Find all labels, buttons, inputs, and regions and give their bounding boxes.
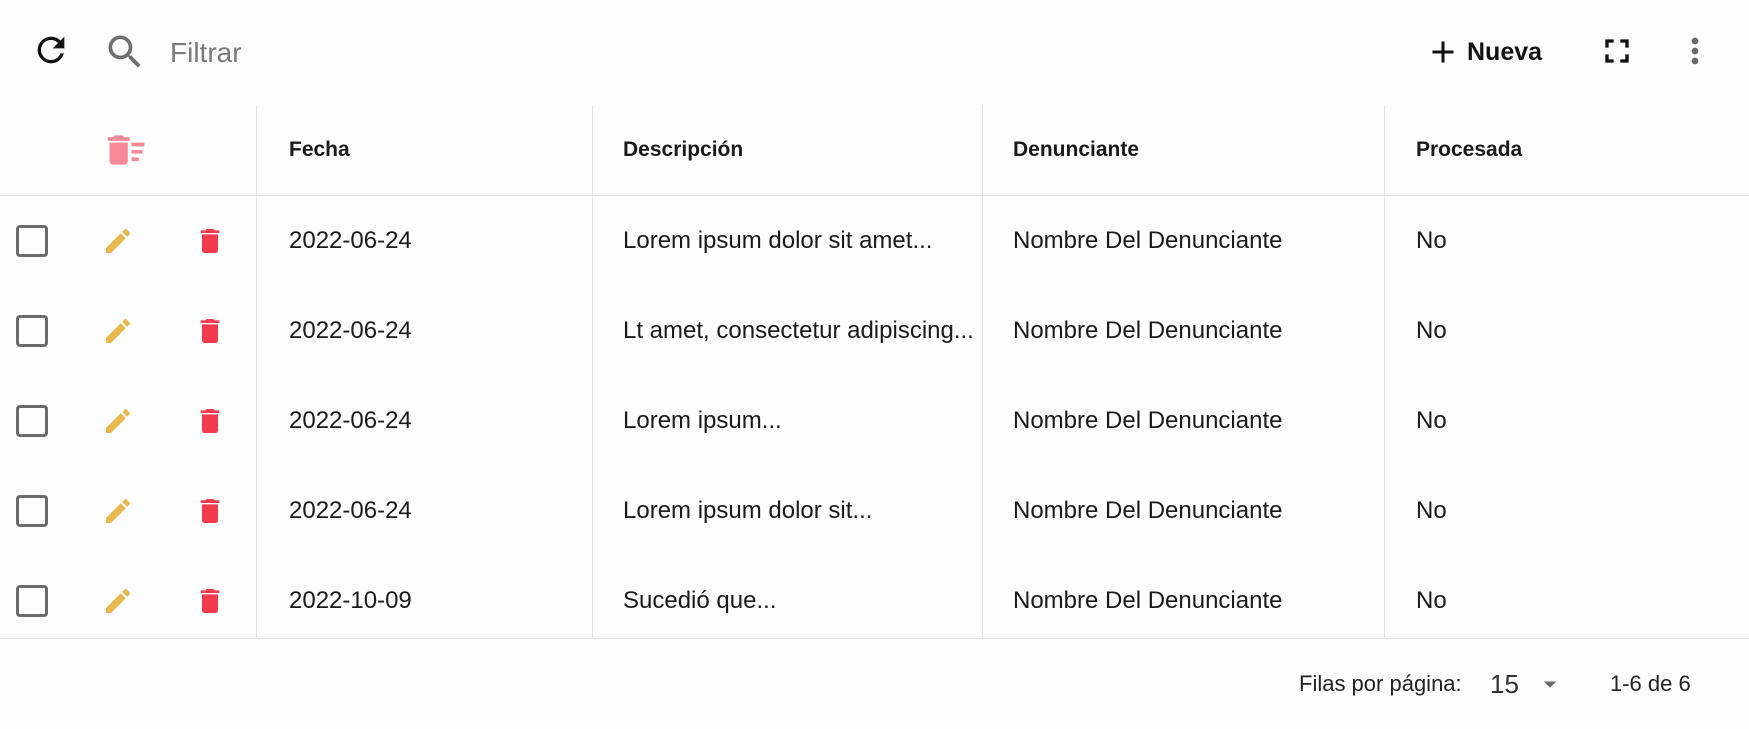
rows-per-page-select[interactable]: 15 [1490, 661, 1570, 707]
cell-fecha: 2022-06-24 [289, 407, 412, 434]
add-icon [1432, 41, 1454, 63]
cell-procesada: No [1416, 227, 1447, 254]
search-button[interactable] [100, 27, 150, 77]
refresh-button[interactable] [28, 27, 74, 73]
column-header-descripcion[interactable]: Descripción [623, 105, 743, 195]
pagination-range: 1-6 de 6 [1610, 671, 1691, 696]
rows-per-page-label: Filas por página: [1299, 671, 1462, 696]
cell-denunciante: Nombre Del Denunciante [1013, 407, 1283, 434]
column-header-procesada[interactable]: Procesada [1416, 105, 1522, 195]
new-button[interactable]: Nueva [1425, 26, 1560, 78]
cell-fecha: 2022-10-09 [289, 587, 412, 614]
edit-button[interactable] [102, 376, 134, 466]
refresh-icon [37, 36, 65, 64]
new-button-label: Nueva [1467, 37, 1543, 66]
delete-button[interactable] [194, 376, 226, 466]
filter-input[interactable] [168, 27, 772, 79]
row-checkbox[interactable] [16, 585, 48, 617]
cell-descripcion: Lorem ipsum dolor sit... [623, 497, 873, 524]
edit-button[interactable] [102, 196, 134, 286]
cell-descripcion: Lorem ipsum dolor sit amet... [623, 227, 933, 254]
trash-icon [200, 499, 220, 523]
cell-fecha: 2022-06-24 [289, 317, 412, 344]
fullscreen-icon [1605, 39, 1629, 63]
table-header: Fecha Descripción Denunciante Procesada [0, 105, 1749, 196]
trash-icon [200, 319, 220, 343]
row-checkbox[interactable] [16, 315, 48, 347]
cell-procesada: No [1416, 407, 1447, 434]
cell-fecha: 2022-06-24 [289, 497, 412, 524]
delete-button[interactable] [194, 196, 226, 286]
column-header-fecha[interactable]: Fecha [289, 105, 350, 195]
search-icon [108, 35, 141, 68]
edit-button[interactable] [102, 286, 134, 376]
table-row: 2022-06-24 Lt amet, consectetur adipisci… [0, 286, 1749, 376]
cell-denunciante: Nombre Del Denunciante [1013, 317, 1283, 344]
cell-denunciante: Nombre Del Denunciante [1013, 587, 1283, 614]
cell-descripcion: Lt amet, consectetur adipiscing... [623, 317, 974, 344]
row-checkbox[interactable] [16, 405, 48, 437]
rows-per-page-value: 15 [1490, 668, 1519, 699]
fullscreen-button[interactable] [1594, 28, 1640, 74]
table-row: 2022-06-24 Lorem ipsum dolor sit amet...… [0, 196, 1749, 286]
edit-button[interactable] [102, 556, 134, 646]
bulk-delete-button[interactable] [104, 105, 148, 195]
cell-procesada: No [1416, 497, 1447, 524]
cell-procesada: No [1416, 587, 1447, 614]
cell-descripcion: Sucedió que... [623, 587, 777, 614]
toolbar: Nueva [0, 0, 1749, 104]
delete-button[interactable] [194, 286, 226, 376]
delete-button[interactable] [194, 556, 226, 646]
cell-denunciante: Nombre Del Denunciante [1013, 497, 1283, 524]
row-checkbox[interactable] [16, 495, 48, 527]
trash-icon [200, 589, 220, 613]
table-row: 2022-06-24 Lorem ipsum... Nombre Del Den… [0, 376, 1749, 466]
cell-descripcion: Lorem ipsum... [623, 407, 782, 434]
pencil-icon [106, 588, 131, 613]
edit-button[interactable] [102, 466, 134, 556]
cell-fecha: 2022-06-24 [289, 227, 412, 254]
delete-button[interactable] [194, 466, 226, 556]
more-vert-icon [1691, 37, 1699, 65]
cell-procesada: No [1416, 317, 1447, 344]
data-table-app: Nueva Fecha Descripción Denunciante [0, 0, 1749, 729]
table-row: 2022-06-24 Lorem ipsum dolor sit... Nomb… [0, 466, 1749, 556]
data-table: Fecha Descripción Denunciante Procesada … [0, 105, 1749, 646]
cell-denunciante: Nombre Del Denunciante [1013, 227, 1283, 254]
more-options-button[interactable] [1672, 28, 1718, 74]
pencil-icon [106, 228, 131, 253]
arrow-drop-down-icon [1543, 681, 1557, 688]
pencil-icon [106, 498, 131, 523]
column-header-denunciante[interactable]: Denunciante [1013, 105, 1139, 195]
pencil-icon [106, 408, 131, 433]
trash-icon [200, 409, 220, 433]
trash-icon [200, 229, 220, 253]
pencil-icon [106, 318, 131, 343]
row-checkbox[interactable] [16, 225, 48, 257]
table-row: 2022-10-09 Sucedió que... Nombre Del Den… [0, 556, 1749, 646]
delete-sweep-icon [107, 135, 145, 165]
pagination-footer: Filas por página: 15 1-6 de 6 [0, 639, 1749, 729]
